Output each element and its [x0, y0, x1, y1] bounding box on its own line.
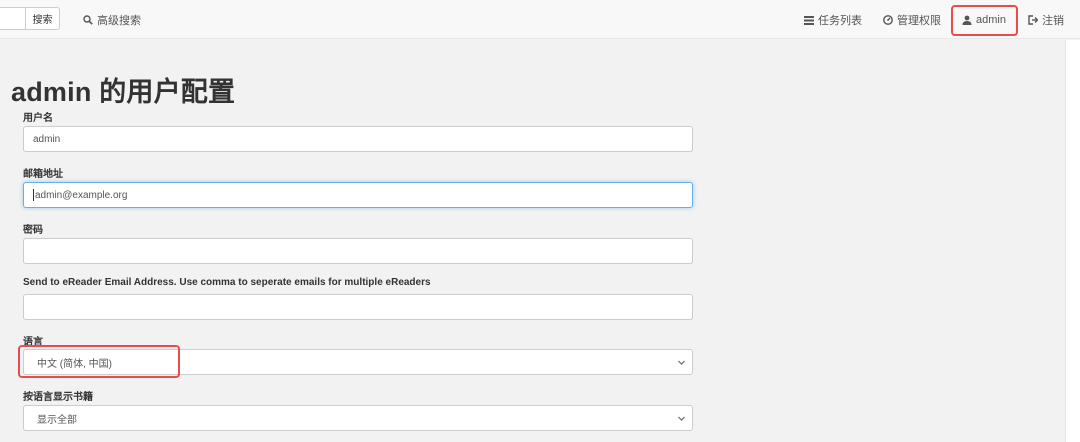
task-list-label: 任务列表: [818, 14, 862, 27]
password-label: 密码: [23, 225, 43, 236]
email-label: 邮箱地址: [23, 169, 63, 180]
admin-panel-link[interactable]: 管理权限: [883, 0, 941, 39]
logout-icon: [1028, 14, 1038, 25]
advanced-search-label: 高级搜索: [97, 14, 141, 27]
email-field[interactable]: admin@example.org: [23, 182, 693, 208]
logout-label: 注销: [1042, 14, 1064, 27]
books-language-value: 显示全部: [37, 414, 77, 426]
chevron-down-icon: [678, 360, 685, 365]
admin-panel-label: 管理权限: [897, 14, 941, 27]
logout-link[interactable]: 注销: [1028, 0, 1064, 39]
books-language-label: 按语言显示书籍: [23, 392, 93, 403]
search-button[interactable]: 搜索: [25, 7, 60, 30]
tasks-icon: [804, 15, 814, 25]
books-language-select[interactable]: 显示全部: [23, 405, 693, 431]
email-value: admin@example.org: [35, 189, 128, 201]
advanced-search-link[interactable]: 高级搜索: [83, 0, 141, 39]
password-field[interactable]: [23, 238, 693, 264]
page-title: admin 的用户配置: [11, 77, 236, 107]
user-highlight-box: [951, 5, 1018, 36]
text-caret: [33, 189, 34, 201]
search-input[interactable]: [0, 7, 26, 30]
username-value: admin: [33, 133, 61, 145]
navbar: 搜索 高级搜索 任务列表 管理权限 admin 注销: [0, 0, 1080, 39]
search-icon: [83, 14, 93, 25]
dashboard-icon: [883, 14, 893, 25]
kindle-email-label: Send to eReader Email Address. Use comma…: [23, 277, 431, 288]
username-label: 用户名: [23, 113, 53, 124]
username-field[interactable]: admin: [23, 126, 693, 152]
kindle-email-field[interactable]: [23, 294, 693, 320]
scrollbar[interactable]: [1065, 40, 1080, 442]
language-highlight-box: [18, 345, 180, 378]
chevron-down-icon: [678, 416, 685, 421]
task-list-link[interactable]: 任务列表: [804, 0, 862, 39]
